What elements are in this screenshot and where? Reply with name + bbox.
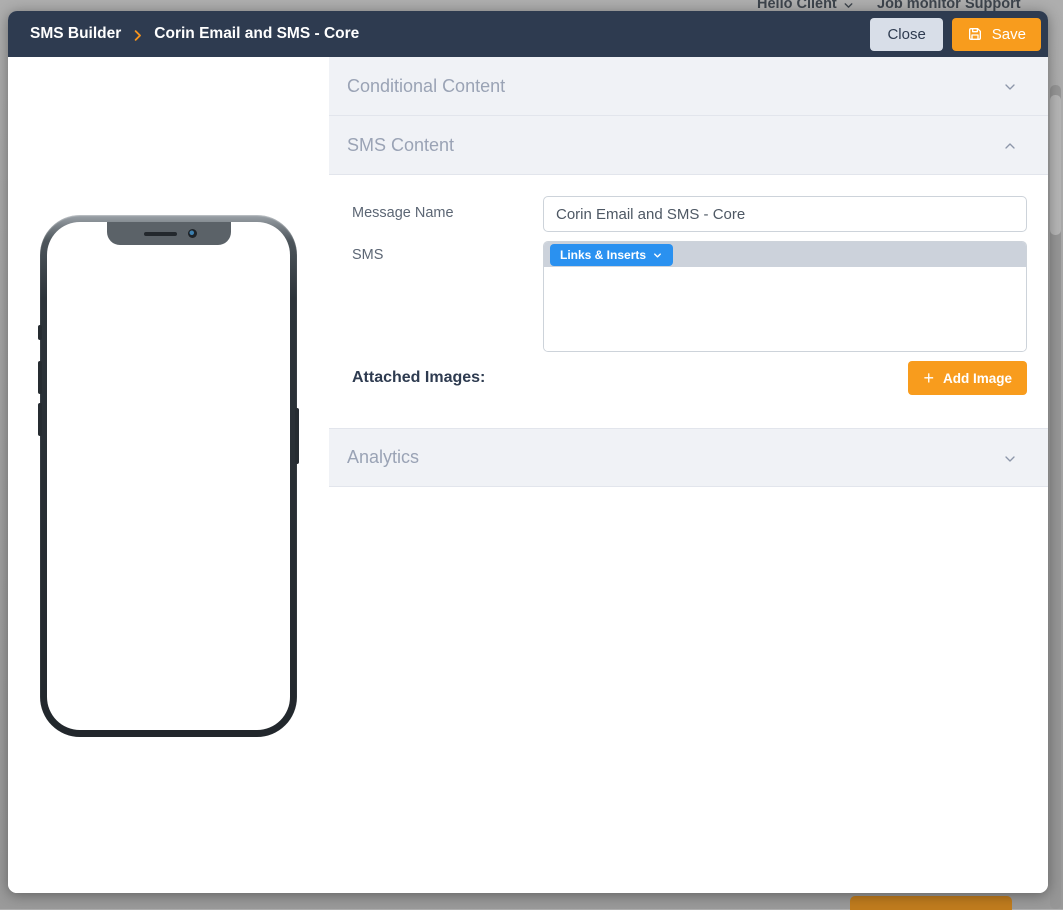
breadcrumb-root: SMS Builder	[30, 25, 121, 43]
phone-volume-up-button	[38, 361, 42, 394]
modal-body: Conditional Content SMS Content Message …	[8, 57, 1048, 893]
sms-editor-toolbar: Links & Inserts	[544, 242, 1026, 267]
sms-message-textarea[interactable]	[544, 267, 1026, 351]
sms-editor: Links & Inserts	[543, 241, 1027, 352]
section-sms-content-title: SMS Content	[347, 135, 454, 156]
sms-label: SMS	[352, 247, 383, 263]
chevron-down-icon	[1002, 79, 1018, 95]
background-action-button[interactable]	[850, 896, 1012, 910]
section-analytics[interactable]: Analytics	[329, 428, 1048, 487]
phone-mockup	[40, 215, 297, 737]
chevron-down-icon	[1002, 451, 1018, 467]
chevron-down-icon	[652, 250, 663, 261]
chevron-up-icon	[1002, 138, 1018, 154]
phone-speaker	[144, 232, 177, 236]
links-inserts-label: Links & Inserts	[560, 248, 646, 262]
page-scrollbar-thumb[interactable]	[1050, 95, 1061, 235]
links-inserts-button[interactable]: Links & Inserts	[550, 244, 673, 266]
page-scrollbar[interactable]	[1050, 85, 1061, 909]
message-name-input[interactable]	[543, 196, 1027, 232]
save-button[interactable]: Save	[952, 18, 1041, 51]
section-conditional-content[interactable]: Conditional Content	[329, 57, 1048, 116]
breadcrumb-chevron-icon	[130, 28, 145, 43]
plus-icon: +	[923, 369, 934, 387]
section-sms-content[interactable]: SMS Content	[329, 116, 1048, 175]
modal-header: SMS Builder Corin Email and SMS - Core C…	[8, 11, 1048, 57]
close-button-label: Close	[887, 26, 925, 43]
attached-images-label: Attached Images:	[352, 369, 485, 387]
add-image-button[interactable]: + Add Image	[908, 361, 1027, 395]
phone-mute-switch	[38, 325, 42, 340]
phone-camera	[188, 229, 197, 238]
phone-notch	[107, 222, 231, 245]
save-icon	[967, 26, 983, 42]
phone-volume-down-button	[38, 403, 42, 436]
message-name-label: Message Name	[352, 205, 454, 221]
phone-screen	[47, 222, 290, 730]
close-button[interactable]: Close	[870, 18, 942, 51]
sms-content-form: Message Name SMS Links & Inserts Attache…	[329, 175, 1048, 428]
section-conditional-content-title: Conditional Content	[347, 76, 505, 97]
section-analytics-title: Analytics	[347, 447, 419, 468]
sms-builder-modal: SMS Builder Corin Email and SMS - Core C…	[8, 11, 1048, 893]
breadcrumb-current: Corin Email and SMS - Core	[154, 25, 359, 43]
add-image-label: Add Image	[943, 371, 1012, 386]
editor-pane: Conditional Content SMS Content Message …	[329, 57, 1048, 893]
save-button-label: Save	[992, 26, 1026, 43]
phone-power-button	[295, 408, 299, 464]
phone-preview-pane	[8, 57, 329, 893]
